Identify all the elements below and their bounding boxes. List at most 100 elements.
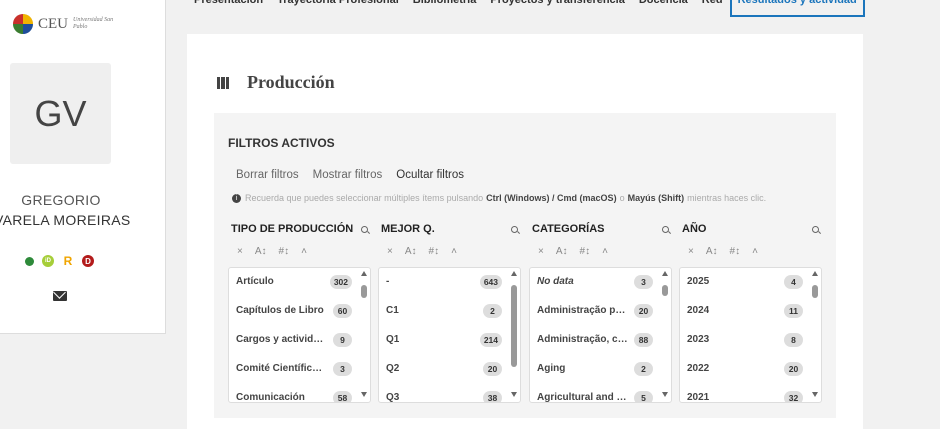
clear-icon[interactable]: × — [387, 246, 393, 257]
scrollbar-thumb[interactable] — [511, 284, 517, 367]
collapse-icon[interactable]: ˄ — [301, 246, 307, 257]
scrollbar[interactable] — [359, 269, 369, 401]
ceu-logo-icon — [13, 14, 33, 34]
selection-tip: i Recuerda que puedes seleccionar múltip… — [232, 193, 766, 203]
list-item[interactable]: 2022 20 — [680, 354, 821, 383]
item-label: - — [386, 276, 390, 287]
clear-filters-button[interactable]: Borrar filtros — [236, 169, 299, 181]
search-icon[interactable] — [812, 225, 819, 233]
clear-icon[interactable]: × — [237, 246, 243, 257]
tab-proyectos[interactable]: Proyectos y transferencia — [483, 0, 632, 16]
facet-list[interactable]: - 643 C1 2 Q1 214 Q2 20 Q3 38 — [378, 267, 521, 403]
collapse-icon[interactable]: ˄ — [451, 246, 457, 257]
sort-count-icon[interactable]: #↕ — [580, 246, 591, 257]
sort-alpha-icon[interactable]: A↕ — [556, 246, 568, 257]
list-item[interactable]: Q1 214 — [379, 325, 520, 354]
search-icon[interactable] — [361, 225, 368, 233]
tip-after: mientras haces clic. — [687, 193, 767, 203]
ceu-logo[interactable]: CEU Universidad San Pablo — [13, 14, 115, 34]
clear-icon[interactable]: × — [538, 246, 544, 257]
scrollbar-thumb[interactable] — [812, 284, 818, 298]
facet-categorias: CATEGORÍAS × A↕ #↕ ˄ No data 3 Administração pú… — [529, 219, 672, 403]
hide-filters-button[interactable]: Ocultar filtros — [396, 169, 464, 181]
filter-actions: Borrar filtros Mostrar filtros Ocultar f… — [236, 169, 464, 181]
mail-icon[interactable] — [53, 291, 67, 301]
sort-alpha-icon[interactable]: A↕ — [405, 246, 417, 257]
list-item[interactable]: Administração, ciên... 88 — [530, 325, 671, 354]
count-badge: 8 — [784, 332, 803, 347]
count-badge: 11 — [784, 303, 803, 318]
scroll-up-icon[interactable] — [812, 271, 818, 276]
show-filters-button[interactable]: Mostrar filtros — [313, 169, 383, 181]
tab-docencia[interactable]: Docencia — [632, 0, 695, 16]
info-icon: i — [232, 193, 241, 203]
facet-tools: × A↕ #↕ ˄ — [529, 239, 672, 263]
researcherid-icon[interactable]: R — [62, 254, 74, 268]
facet-list[interactable]: No data 3 Administração públi...20Administ… — [529, 267, 672, 403]
list-item[interactable]: Q3 38 — [379, 383, 520, 402]
collapse-icon[interactable]: ˄ — [602, 246, 608, 257]
facet-header: TIPO DE PRODUCCIÓN — [228, 219, 371, 239]
clear-icon[interactable]: × — [688, 246, 694, 257]
list-item[interactable]: Comité Científico en... 3 — [229, 354, 370, 383]
researcher-ids: iD R D — [25, 254, 94, 268]
list-item[interactable]: Agricultural and biol... 5 — [530, 383, 671, 403]
dialnet-icon[interactable]: D — [82, 255, 94, 267]
facet-list[interactable]: 2025 4 2024 11 2023 8 2022 20 2021 32 — [679, 267, 822, 403]
scrollbar[interactable] — [660, 269, 670, 401]
tab-presentacion[interactable]: Presentación — [187, 0, 270, 16]
list-item[interactable]: Cargos y actividades... 9 — [229, 325, 370, 354]
tab-red[interactable]: Red — [695, 0, 730, 16]
orcid-icon[interactable]: iD — [42, 255, 54, 267]
scroll-up-icon[interactable] — [662, 271, 668, 276]
list-item[interactable]: C1 2 — [379, 296, 520, 325]
search-icon[interactable] — [662, 225, 669, 233]
sort-alpha-icon[interactable]: A↕ — [706, 246, 718, 257]
list-item[interactable]: Artículo 302 — [229, 268, 370, 296]
search-icon[interactable] — [511, 225, 518, 233]
count-badge: 3 — [634, 274, 653, 289]
list-item[interactable]: Administração públi... 20 — [530, 296, 671, 325]
list-item[interactable]: 2025 4 — [680, 268, 821, 296]
tab-bibliometria[interactable]: Bibliometría — [406, 0, 484, 16]
list-item[interactable]: Aging 2 — [530, 354, 671, 383]
list-item[interactable]: - 643 — [379, 268, 520, 296]
list-item[interactable]: 2023 8 — [680, 325, 821, 354]
sort-count-icon[interactable]: #↕ — [429, 246, 440, 257]
list-item[interactable]: Q2 20 — [379, 354, 520, 383]
list-item[interactable]: No data 3 — [530, 268, 671, 296]
scopus-icon[interactable] — [25, 256, 34, 266]
tip-text: Recuerda que puedes seleccionar múltiple… — [245, 193, 484, 203]
count-badge: 2 — [483, 303, 502, 318]
list-item[interactable]: 2021 32 — [680, 383, 821, 402]
scroll-down-icon[interactable] — [812, 392, 818, 397]
scrollbar-thumb[interactable] — [662, 284, 668, 296]
sort-alpha-icon[interactable]: A↕ — [255, 246, 267, 257]
facet-tools: × A↕ #↕ ˄ — [228, 239, 371, 263]
scroll-up-icon[interactable] — [511, 271, 517, 276]
profile-panel: CEU Universidad San Pablo GV GREGORIO VA… — [0, 0, 166, 334]
scroll-down-icon[interactable] — [361, 392, 367, 397]
tab-resultados[interactable]: Resultados y actividad — [729, 0, 865, 17]
tip-or: o — [619, 193, 625, 203]
scrollbar[interactable] — [810, 269, 820, 401]
scrollbar-thumb[interactable] — [361, 284, 367, 298]
list-item[interactable]: 2024 11 — [680, 296, 821, 325]
collapse-icon[interactable]: ˄ — [752, 246, 758, 257]
list-item[interactable]: Capítulos de Libro 60 — [229, 296, 370, 325]
facet-list[interactable]: Artículo 302 Capítulos de Libro 60 Cargos y … — [228, 267, 371, 403]
count-badge: 38 — [483, 390, 502, 402]
tab-trayectoria[interactable]: Trayectoria Profesional — [270, 0, 406, 16]
sort-count-icon[interactable]: #↕ — [279, 246, 290, 257]
count-badge: 643 — [479, 274, 502, 289]
item-label: No data — [537, 276, 574, 287]
facet-title: AÑO — [682, 223, 707, 235]
scrollbar[interactable] — [509, 269, 519, 401]
item-label: Agricultural and biol... — [537, 392, 629, 403]
list-item[interactable]: Comunicación 58 — [229, 383, 370, 402]
scroll-down-icon[interactable] — [662, 392, 668, 397]
scroll-up-icon[interactable] — [361, 271, 367, 276]
count-badge: 20 — [483, 361, 502, 376]
sort-count-icon[interactable]: #↕ — [730, 246, 741, 257]
scroll-down-icon[interactable] — [511, 392, 517, 397]
